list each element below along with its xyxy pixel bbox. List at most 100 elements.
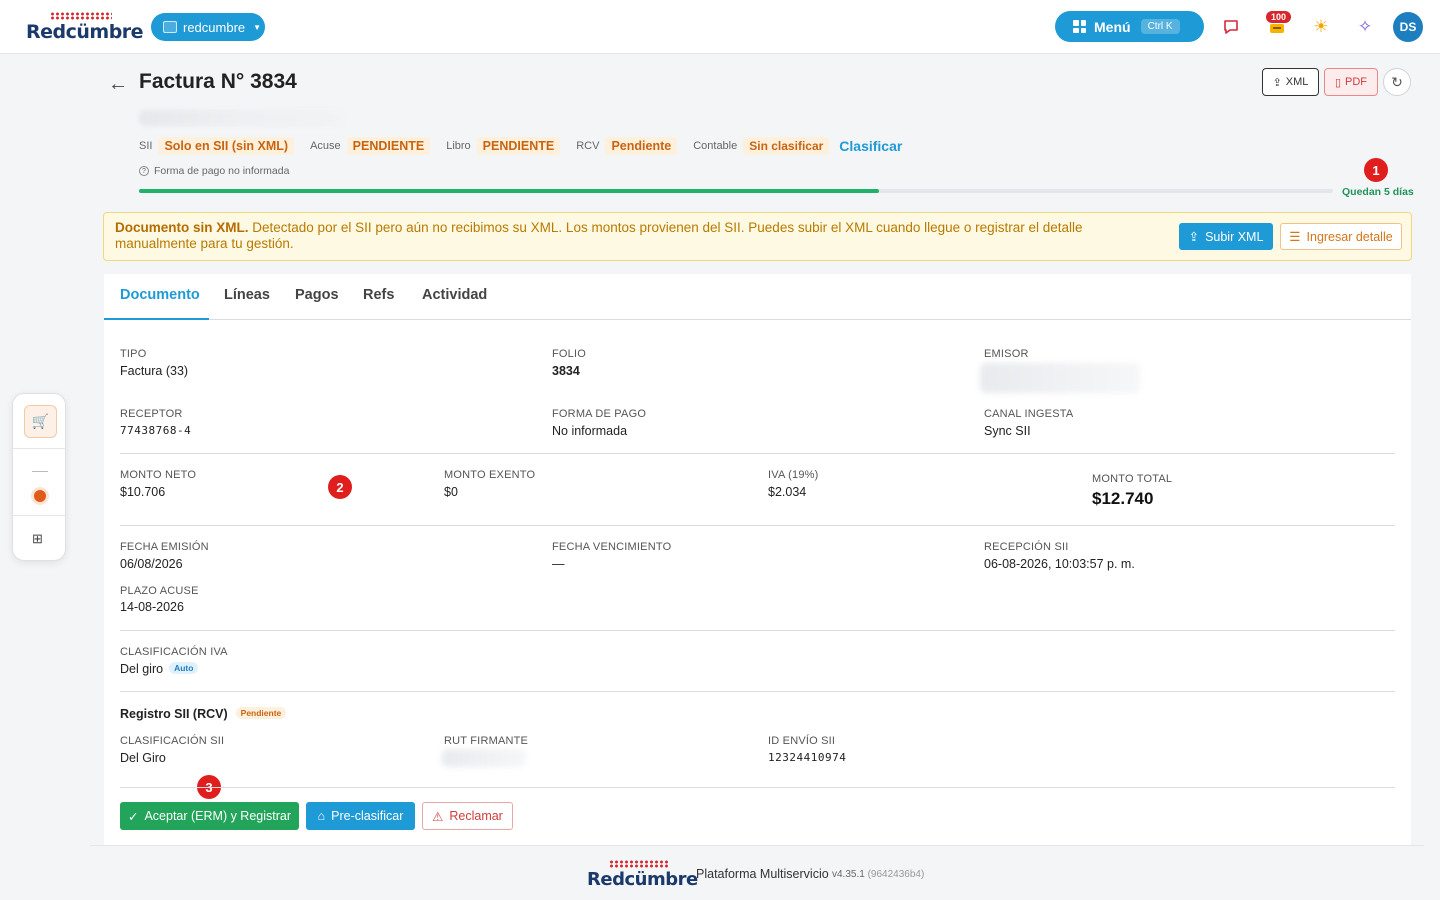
classify-link[interactable]: Clasificar — [839, 138, 902, 154]
neto-label: MONTO NETO — [120, 469, 197, 481]
emisor-label: EMISOR — [984, 348, 1029, 360]
rut-firmante-label: RUT FIRMANTE — [444, 735, 529, 747]
preclassify-button[interactable]: ⌂ Pre-clasificar — [306, 802, 415, 830]
folio-value: 3834 — [552, 364, 580, 378]
tab-documento[interactable]: Documento — [120, 287, 200, 303]
tab-pagos[interactable]: Pagos — [295, 287, 339, 303]
recepcion-value: 06-08-2026, 10:03:57 p. m. — [984, 557, 1135, 571]
neto-value: $10.706 — [120, 485, 166, 499]
document-card: Documento Líneas Pagos Refs Actividad TI… — [104, 274, 1411, 845]
alert-title: Documento sin XML. — [115, 220, 249, 235]
org-selector[interactable]: redcumbre ▼ — [151, 13, 265, 41]
rcv-pending-tag: Pendiente — [235, 707, 287, 719]
auto-tag: Auto — [169, 662, 199, 674]
deadline-progress-bar — [139, 189, 1333, 193]
receptor-label: RECEPTOR — [120, 408, 183, 420]
refresh-button[interactable]: ↻ — [1383, 68, 1411, 96]
redacted-subtitle — [139, 110, 344, 126]
canal-value: Sync SII — [984, 424, 1031, 438]
libro-status-chip: PENDIENTE — [476, 137, 561, 155]
check-icon: ✓ — [127, 809, 139, 824]
tab-refs[interactable]: Refs — [363, 287, 394, 303]
floating-toolbar: 🛒 ⊞ — [12, 393, 66, 561]
folio-label: FOLIO — [552, 348, 587, 360]
theme-toggle-sun-icon[interactable]: ☀ — [1308, 14, 1334, 40]
recepcion-label: RECEPCIÓN SII — [984, 541, 1069, 553]
download-pdf-button[interactable]: ▯ PDF — [1324, 68, 1378, 96]
menu-button[interactable]: Menú Ctrl K — [1055, 11, 1204, 42]
contable-status-chip: Sin clasificar — [743, 137, 830, 155]
iva-label: IVA (19%) — [768, 469, 819, 481]
menu-label: Menú — [1094, 18, 1131, 35]
clasif-sii-value: Del Giro — [120, 751, 166, 765]
id-envio-value: 12324410974 — [768, 751, 847, 764]
acuse-status-chip: PENDIENTE — [346, 137, 431, 155]
chat-bubble-button[interactable] — [1218, 14, 1244, 40]
accept-register-button[interactable]: ✓ Aceptar (ERM) y Registrar — [120, 802, 299, 830]
clasif-sii-label: CLASIFICACIÓN SII — [120, 735, 225, 747]
clasif-iva-row: Del giro Auto — [120, 662, 199, 676]
page-title: Factura N° 3834 — [139, 70, 297, 93]
clasif-iva-value: Del giro — [120, 662, 164, 676]
total-value: $12.740 — [1092, 489, 1154, 508]
divider — [120, 787, 1395, 788]
question-icon: ? — [139, 166, 149, 176]
id-envio-label: ID ENVÍO SII — [768, 735, 836, 747]
emision-value: 06/08/2026 — [120, 557, 183, 571]
brand-logo[interactable]: Redcümbre — [26, 12, 144, 43]
file-icon: ▯ — [1334, 76, 1342, 89]
rcv-title: Registro SII (RCV) — [120, 707, 228, 721]
logo-dots — [609, 860, 669, 868]
canal-label: CANAL INGESTA — [984, 408, 1074, 420]
collapse-handle[interactable] — [32, 471, 48, 472]
rcv-status-chip: Pendiente — [605, 137, 678, 155]
chevron-down-icon: ▼ — [253, 22, 262, 32]
list-icon: ☰ — [1289, 230, 1301, 244]
no-xml-alert: Documento sin XML. Detectado por el SII … — [103, 212, 1412, 261]
preclassify-label: Pre-clasificar — [331, 809, 404, 823]
tipo-label: TIPO — [120, 348, 147, 360]
footer-divider — [90, 845, 1424, 846]
annotation-marker-1: 1 — [1364, 158, 1388, 182]
cart-icon[interactable]: 🛒 — [24, 405, 57, 438]
ai-sparkle-icon[interactable]: ✧ — [1352, 14, 1378, 40]
tab-actividad[interactable]: Actividad — [422, 287, 487, 303]
divider — [120, 630, 1395, 631]
org-name: redcumbre — [183, 19, 246, 35]
vencimiento-value: — — [552, 557, 565, 571]
enter-detail-button[interactable]: ☰ Ingresar detalle — [1280, 223, 1402, 250]
footer-version: v4.35.1 (9642436b4) — [832, 869, 924, 880]
plazo-label: PLAZO ACUSE — [120, 585, 199, 597]
payment-note-text: Forma de pago no informada — [154, 165, 290, 177]
build-hash: (9642436b4) — [867, 869, 925, 880]
rcv-label: RCV — [576, 140, 600, 152]
divider — [120, 453, 1395, 454]
claim-button[interactable]: ⚠ Reclamar — [422, 802, 513, 830]
iva-value: $2.034 — [768, 485, 807, 499]
divider — [13, 448, 65, 449]
receptor-value: 77438768-4 — [120, 424, 192, 437]
version-number: v4.35.1 — [832, 869, 865, 880]
rcv-section-title: Registro SII (RCV) Pendiente — [120, 707, 287, 721]
tab-lineas[interactable]: Líneas — [224, 287, 270, 303]
emision-label: FECHA EMISIÓN — [120, 541, 209, 553]
clasif-iva-label: CLASIFICACIÓN IVA — [120, 646, 228, 658]
accept-label: Aceptar (ERM) y Registrar — [144, 809, 292, 823]
logo-wordmark: Redcümbre — [26, 21, 144, 43]
chat-icon — [1224, 20, 1238, 34]
emisor-redacted — [980, 363, 1140, 393]
divider — [13, 515, 65, 516]
divider — [120, 525, 1395, 526]
status-dot-icon[interactable] — [34, 490, 46, 502]
building-icon — [163, 21, 177, 33]
back-arrow-icon[interactable]: ← — [108, 73, 128, 96]
menu-shortcut: Ctrl K — [1140, 19, 1180, 34]
upload-xml-button[interactable]: ⇪ Subir XML — [1179, 223, 1273, 250]
alert-text: Documento sin XML. Detectado por el SII … — [115, 220, 1115, 252]
sii-status-chip: Solo en SII (sin XML) — [158, 137, 295, 155]
grid-icon[interactable]: ⊞ — [32, 531, 43, 547]
download-xml-button[interactable]: ⇪ XML — [1262, 68, 1319, 96]
user-avatar[interactable]: DS — [1393, 12, 1423, 42]
claim-label: Reclamar — [449, 809, 503, 823]
notification-count-badge: 100 — [1266, 11, 1292, 23]
